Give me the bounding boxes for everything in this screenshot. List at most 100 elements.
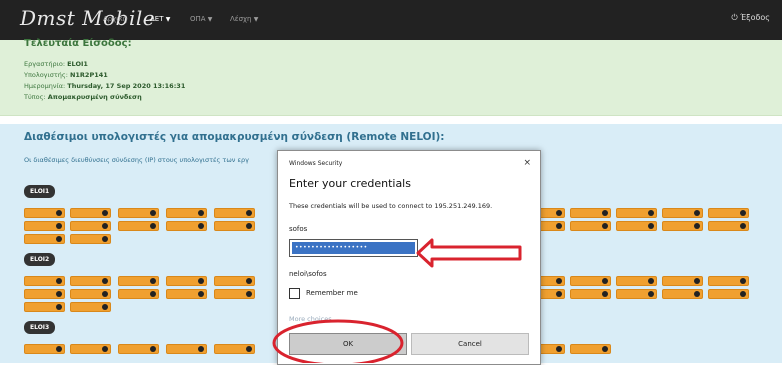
computer-chip[interactable] — [214, 289, 255, 299]
connect-icon — [56, 278, 62, 284]
computer-chip[interactable] — [214, 221, 255, 231]
computer-chip[interactable] — [708, 276, 749, 286]
computer-chip[interactable] — [166, 289, 207, 299]
group-badge-eloi1: ELOI1 — [24, 185, 56, 198]
computer-chip[interactable] — [70, 208, 111, 218]
nav-det[interactable]: ΔΕΤ ▼ — [150, 15, 170, 23]
computer-chip[interactable] — [24, 276, 65, 286]
computer-chip[interactable] — [662, 276, 703, 286]
computer-chip[interactable] — [662, 221, 703, 231]
password-field[interactable]: •••••••••••••••••• — [289, 239, 418, 257]
connect-icon — [102, 236, 108, 242]
computer-chip[interactable] — [70, 302, 111, 312]
nav-opa[interactable]: ΟΠΑ ▼ — [190, 15, 212, 23]
connect-icon — [246, 223, 252, 229]
connect-icon — [56, 346, 62, 352]
type-value: Απομακρυσμένη σύνδεση — [47, 93, 142, 101]
connect-icon — [102, 223, 108, 229]
computer-chip[interactable] — [708, 289, 749, 299]
group-badge-eloi2: ELOI2 — [24, 253, 56, 266]
connect-icon — [648, 210, 654, 216]
computer-chip[interactable] — [616, 289, 657, 299]
connect-icon — [246, 210, 252, 216]
computer-chip[interactable] — [24, 234, 65, 244]
connect-icon — [56, 210, 62, 216]
last-login-panel: Τελευταία Είσοδος: Εργαστήριο: ELOI1 Υπο… — [0, 38, 782, 116]
lab-label: Εργαστήριο: — [24, 60, 66, 68]
computer-chip[interactable] — [24, 302, 65, 312]
computer-chip[interactable] — [118, 289, 159, 299]
connect-icon — [150, 291, 156, 297]
computer-chip[interactable] — [616, 208, 657, 218]
computer-chip[interactable] — [24, 221, 65, 231]
connect-icon — [648, 278, 654, 284]
dialog-description: These credentials will be used to connec… — [289, 202, 493, 210]
computer-chip[interactable] — [70, 221, 111, 231]
nav-home[interactable]: Αρχική — [103, 15, 127, 23]
connect-icon — [740, 223, 746, 229]
computer-chip[interactable] — [570, 344, 611, 354]
connect-icon — [694, 291, 700, 297]
connect-icon — [648, 223, 654, 229]
computer-chip[interactable] — [570, 221, 611, 231]
caret-down-icon: ▼ — [207, 16, 213, 23]
computer-chip[interactable] — [166, 208, 207, 218]
available-title: Διαθέσιμοι υπολογιστές για απομακρυσμένη… — [24, 131, 445, 143]
connect-icon — [56, 236, 62, 242]
connect-icon — [198, 346, 204, 352]
computer-chip[interactable] — [708, 221, 749, 231]
computer-chip[interactable] — [214, 208, 255, 218]
computer-chip[interactable] — [214, 344, 255, 354]
connect-icon — [150, 210, 156, 216]
available-subtitle: Οι διαθέσιμες διευθύνσεις σύνδεσης (IP) … — [24, 156, 249, 164]
computer-chip[interactable] — [118, 344, 159, 354]
connect-icon — [150, 278, 156, 284]
computer-chip[interactable] — [166, 344, 207, 354]
lab-value: ELOI1 — [67, 60, 88, 68]
computer-chip[interactable] — [708, 208, 749, 218]
computer-chip[interactable] — [70, 276, 111, 286]
logout-label: Έξοδος — [740, 13, 770, 22]
more-choices-link[interactable]: More choices — [289, 315, 332, 323]
close-icon[interactable]: × — [523, 158, 531, 168]
computer-chip[interactable] — [118, 208, 159, 218]
logout-link[interactable]: ⏻ Έξοδος — [731, 13, 770, 23]
connect-icon — [198, 278, 204, 284]
computer-chip[interactable] — [214, 276, 255, 286]
connect-icon — [102, 278, 108, 284]
computer-chip[interactable] — [570, 208, 611, 218]
computer-chip[interactable] — [570, 289, 611, 299]
computer-chip[interactable] — [118, 221, 159, 231]
computer-chip[interactable] — [118, 276, 159, 286]
ok-button[interactable]: OK — [289, 333, 407, 355]
computer-chip[interactable] — [70, 289, 111, 299]
computer-chip[interactable] — [24, 344, 65, 354]
connect-icon — [102, 304, 108, 310]
connect-icon — [556, 210, 562, 216]
connect-icon — [602, 291, 608, 297]
computer-chip[interactable] — [616, 276, 657, 286]
computer-chip[interactable] — [662, 208, 703, 218]
connect-icon — [602, 210, 608, 216]
connect-icon — [246, 291, 252, 297]
remember-checkbox[interactable] — [289, 288, 300, 299]
connect-icon — [102, 291, 108, 297]
nav-club[interactable]: Λέσχη ▼ — [230, 15, 258, 23]
connect-icon — [102, 346, 108, 352]
computer-chip[interactable] — [616, 221, 657, 231]
computer-chip[interactable] — [166, 221, 207, 231]
computer-chip[interactable] — [70, 234, 111, 244]
computer-chip[interactable] — [662, 289, 703, 299]
nav-opa-label: ΟΠΑ — [190, 15, 206, 23]
computer-chip[interactable] — [166, 276, 207, 286]
computer-chip[interactable] — [24, 208, 65, 218]
connect-icon — [198, 210, 204, 216]
username-label: sofos — [289, 225, 308, 233]
cancel-button[interactable]: Cancel — [411, 333, 529, 355]
computer-chip[interactable] — [70, 344, 111, 354]
remember-label[interactable]: Remember me — [306, 289, 358, 297]
top-navbar: Dmst Mobile Αρχική ΔΕΤ ▼ ΟΠΑ ▼ Λέσχη ▼ ⏻… — [0, 0, 782, 40]
computer-chip[interactable] — [24, 289, 65, 299]
computer-chip[interactable] — [570, 276, 611, 286]
brand-logo[interactable]: Dmst Mobile — [20, 6, 155, 30]
